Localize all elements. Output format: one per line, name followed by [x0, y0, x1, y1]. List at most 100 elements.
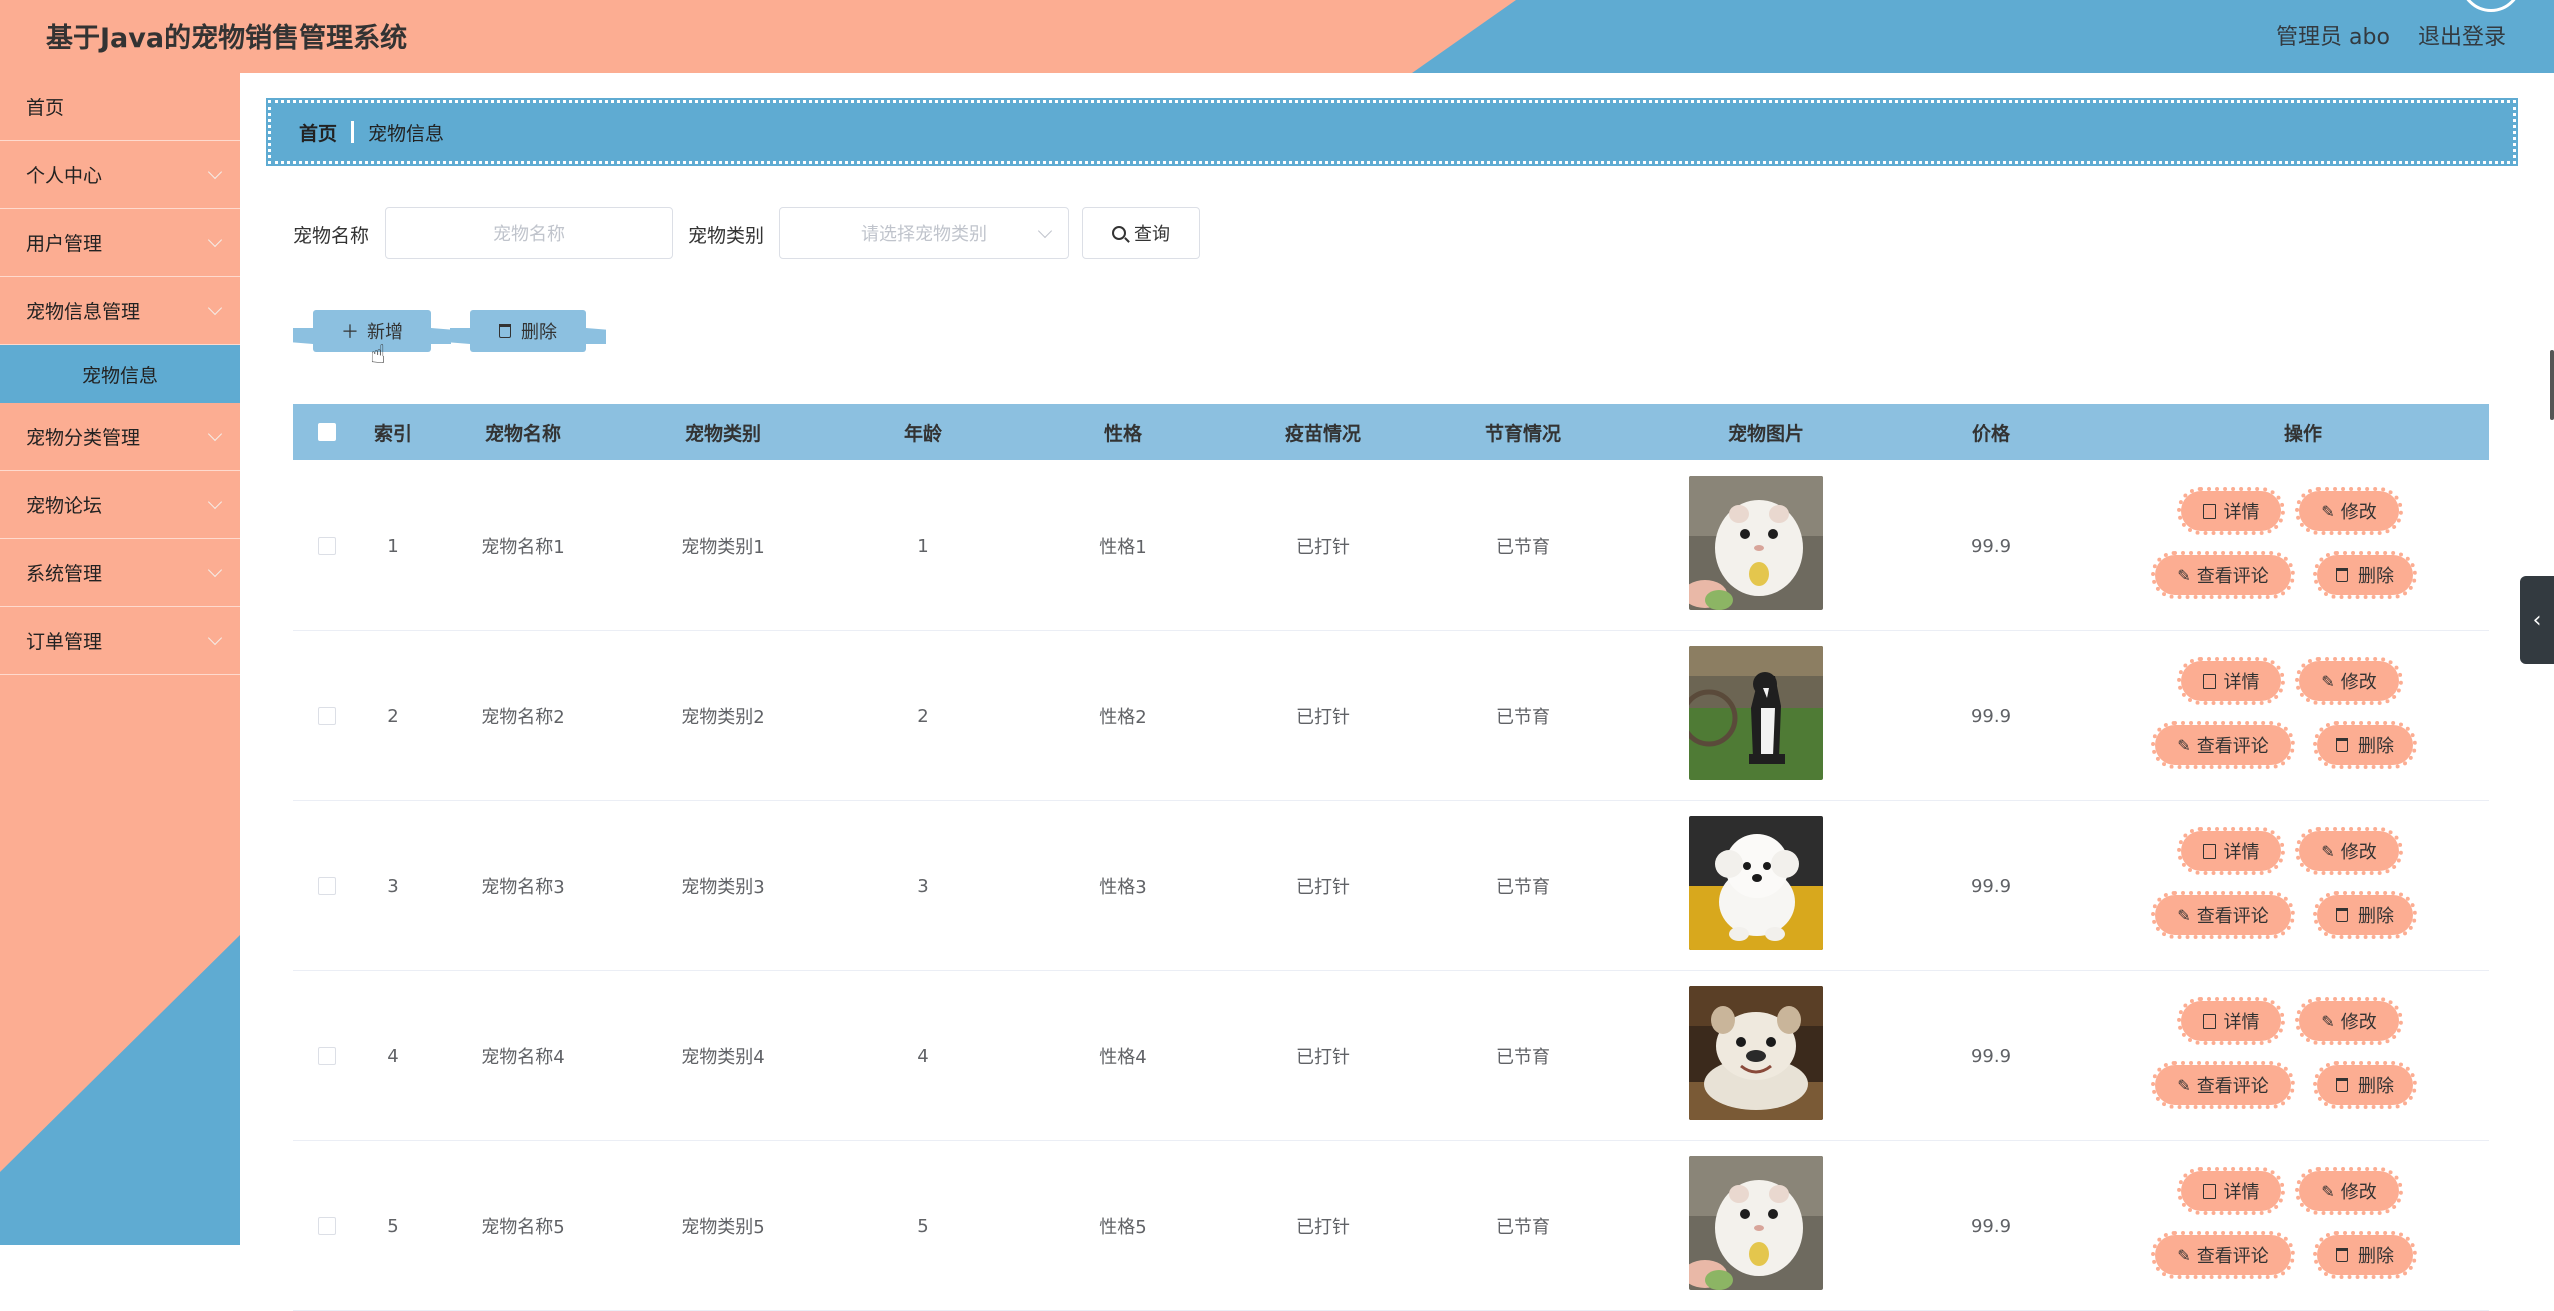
sidebar-item-user-management[interactable]: 用户管理	[0, 209, 240, 277]
row-checkbox[interactable]	[318, 537, 336, 555]
row-checkbox[interactable]	[318, 877, 336, 895]
chevron-down-icon	[207, 300, 223, 316]
sidebar-subitem-pet-info[interactable]: 宠物信息	[0, 345, 240, 403]
delete-button-label: 删除	[521, 322, 557, 343]
cell-personality: 性格4	[1099, 1047, 1147, 1068]
detail-button[interactable]: 详情	[2177, 657, 2285, 705]
pet-category-label: 宠物类别	[688, 225, 765, 247]
cell-vaccine: 已打针	[1296, 1217, 1350, 1238]
cell-personality: 性格5	[1099, 1217, 1147, 1238]
breadcrumb-home[interactable]: 首页	[299, 119, 337, 146]
sidebar-item-label: 宠物论坛	[26, 495, 103, 517]
breadcrumb-current: 宠物信息	[368, 122, 445, 145]
cell-vaccine: 已打针	[1296, 537, 1350, 558]
edit-button[interactable]: ✎ 修改	[2295, 1167, 2403, 1215]
pet-image[interactable]	[1689, 816, 1823, 950]
chevron-down-icon	[207, 164, 223, 180]
edit-icon: ✎	[2177, 735, 2191, 755]
chevron-left-icon: ‹	[2532, 607, 2542, 633]
document-icon	[2202, 503, 2216, 519]
collapse-panel-button[interactable]: ‹	[2520, 576, 2554, 664]
edit-button[interactable]: ✎ 修改	[2295, 657, 2403, 705]
view-comments-button[interactable]: ✎ 查看评论	[2151, 1061, 2295, 1109]
detail-button[interactable]: 详情	[2177, 487, 2285, 535]
search-button[interactable]: 查询	[1082, 207, 1200, 259]
cell-pet-name: 宠物名称1	[481, 537, 565, 558]
delete-row-button-label: 删除	[2358, 1076, 2394, 1097]
sidebar-item-pet-info-management[interactable]: 宠物信息管理	[0, 277, 240, 345]
sidebar-item-system-management[interactable]: 系统管理	[0, 539, 240, 607]
pet-category-select[interactable]: 请选择宠物类别	[779, 207, 1069, 259]
edit-icon: ✎	[2321, 501, 2335, 521]
cell-pet-category: 宠物类别4	[681, 1047, 765, 1068]
detail-button[interactable]: 详情	[2177, 827, 2285, 875]
delete-row-button[interactable]: 删除	[2313, 1061, 2417, 1109]
cell-index: 2	[387, 705, 399, 727]
sidebar-item-pet-forum[interactable]: 宠物论坛	[0, 471, 240, 539]
detail-button-label: 详情	[2223, 672, 2260, 693]
sidebar-item-personal-center[interactable]: 个人中心	[0, 141, 240, 209]
edit-button[interactable]: ✎ 修改	[2295, 827, 2403, 875]
sidebar-item-order-management[interactable]: 订单管理	[0, 607, 240, 675]
row-checkbox[interactable]	[318, 1217, 336, 1235]
cell-age: 4	[917, 1045, 929, 1067]
bulk-delete-button[interactable]: 删除	[450, 310, 606, 352]
avatar[interactable]	[2460, 0, 2522, 12]
chevron-down-icon	[207, 232, 223, 248]
document-icon	[2202, 1013, 2216, 1029]
sidebar-item-label: 首页	[26, 97, 65, 119]
chevron-down-icon	[1037, 223, 1053, 239]
scrollbar-thumb[interactable]	[2550, 350, 2554, 420]
detail-button[interactable]: 详情	[2177, 1167, 2285, 1215]
delete-button-decoration	[450, 328, 470, 344]
col-pet-name: 宠物名称	[484, 422, 561, 445]
cell-pet-name: 宠物名称4	[481, 1047, 565, 1068]
detail-button[interactable]: 详情	[2177, 997, 2285, 1045]
pet-image[interactable]	[1689, 1156, 1823, 1290]
cell-sterilized: 已节育	[1496, 537, 1550, 558]
plus-icon: ＋	[341, 322, 359, 343]
pet-image[interactable]	[1689, 986, 1823, 1120]
app-title: 基于Java的宠物销售管理系统	[46, 23, 408, 54]
cell-sterilized: 已节育	[1496, 877, 1550, 898]
row-checkbox[interactable]	[318, 707, 336, 725]
cell-price: 99.9	[1970, 875, 2012, 897]
view-comments-button-label: 查看评论	[2196, 736, 2269, 757]
cell-age: 2	[917, 705, 929, 727]
cell-vaccine: 已打针	[1296, 707, 1350, 728]
cell-personality: 性格1	[1099, 537, 1147, 558]
row-checkbox[interactable]	[318, 1047, 336, 1065]
pet-image[interactable]	[1689, 646, 1823, 780]
select-all-checkbox[interactable]	[318, 423, 336, 441]
edit-button[interactable]: ✎ 修改	[2295, 487, 2403, 535]
cell-sterilized: 已节育	[1496, 707, 1550, 728]
cell-price: 99.9	[1970, 705, 2012, 727]
trash-icon	[2336, 908, 2348, 922]
col-price: 价格	[1971, 422, 2010, 445]
cell-vaccine: 已打针	[1296, 877, 1350, 898]
view-comments-button-label: 查看评论	[2196, 1076, 2269, 1097]
cell-sterilized: 已节育	[1496, 1217, 1550, 1238]
pet-name-input[interactable]: 宠物名称	[385, 207, 673, 259]
hand-cursor-icon: ☝	[370, 340, 386, 370]
sidebar-item-pet-category[interactable]: 宠物分类管理	[0, 403, 240, 471]
trash-icon	[499, 324, 511, 338]
delete-row-button[interactable]: 删除	[2313, 551, 2417, 599]
pet-image[interactable]	[1689, 476, 1823, 610]
trash-icon	[2336, 1078, 2348, 1092]
view-comments-button[interactable]: ✎ 查看评论	[2151, 1231, 2295, 1279]
document-icon	[2202, 1183, 2216, 1199]
edit-button-label: 修改	[2340, 1012, 2377, 1033]
view-comments-button[interactable]: ✎ 查看评论	[2151, 551, 2295, 599]
view-comments-button[interactable]: ✎ 查看评论	[2151, 891, 2295, 939]
table-row: 1 宠物名称1 宠物类别1 1 性格1 已打针 已节育 99.9 详情 ✎ 修改 ✎ 查看评论 删除	[293, 461, 2489, 631]
sidebar-item-home[interactable]: 首页	[0, 73, 240, 141]
delete-row-button[interactable]: 删除	[2313, 891, 2417, 939]
logout-link[interactable]: 退出登录	[2418, 19, 2506, 51]
delete-row-button[interactable]: 删除	[2313, 721, 2417, 769]
delete-row-button[interactable]: 删除	[2313, 1231, 2417, 1279]
view-comments-button[interactable]: ✎ 查看评论	[2151, 721, 2295, 769]
edit-button[interactable]: ✎ 修改	[2295, 997, 2403, 1045]
view-comments-button-label: 查看评论	[2196, 1246, 2269, 1267]
document-icon	[2202, 843, 2216, 859]
